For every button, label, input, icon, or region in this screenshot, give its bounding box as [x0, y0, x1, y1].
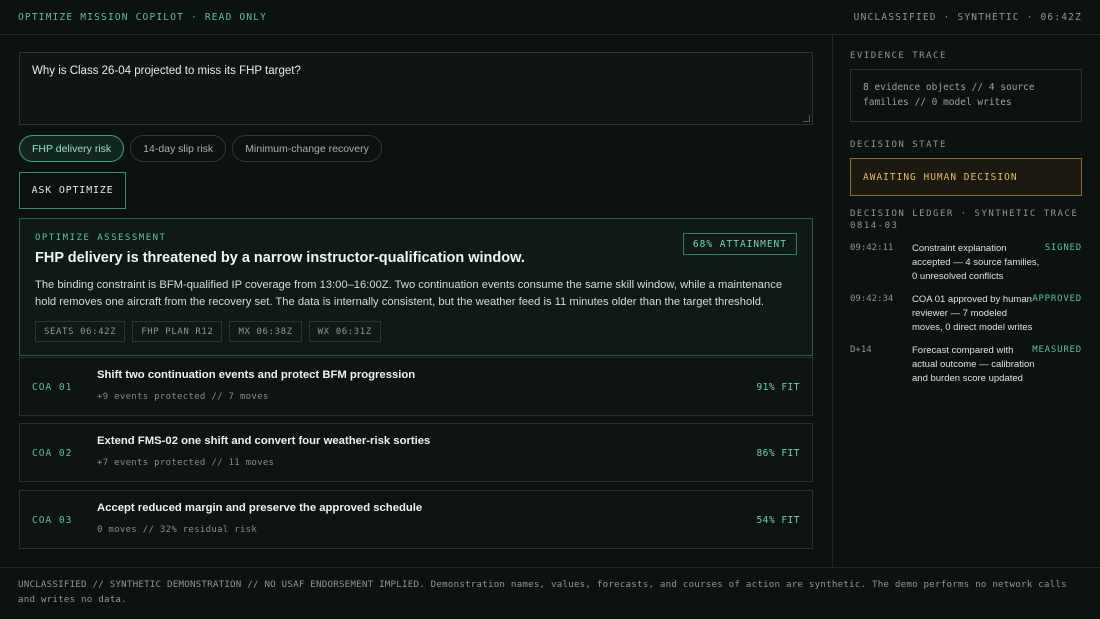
coa-title: Extend FMS-02 one shift and convert four…: [97, 435, 431, 447]
evidence-trace-heading: EVIDENCE TRACE: [850, 51, 947, 61]
coa-title: Accept reduced margin and preserve the a…: [97, 502, 423, 514]
coa-card-02[interactable]: COA 02 Extend FMS-02 one shift and conve…: [19, 423, 813, 482]
coa-detail: 0 moves // 32% residual risk: [97, 525, 258, 535]
ledger-time: 09:42:11: [850, 243, 894, 253]
main-panel: Why is Class 26-04 projected to miss its…: [0, 35, 832, 567]
coa-id: COA 03: [32, 515, 73, 526]
assessment-body: The binding constraint is BFM-qualified …: [35, 279, 783, 308]
decision-ledger: 09:42:11 Constraint explanation accepted…: [850, 242, 1082, 386]
ledger-status: SIGNED: [1044, 243, 1082, 253]
decision-state-heading: DECISION STATE: [850, 140, 947, 150]
decision-state-box: AWAITING HUMAN DECISION: [850, 158, 1082, 196]
top-bar: OPTIMIZE MISSION COPILOT · READ ONLY UNC…: [0, 0, 1100, 35]
ledger-time: D+14: [850, 345, 872, 355]
source-tag-wx: WX 06:31Z: [308, 321, 381, 342]
coa-fit-score: 54% FIT: [756, 515, 800, 526]
sidebar: EVIDENCE TRACE 8 evidence objects // 4 s…: [832, 35, 1100, 567]
coa-title: Shift two continuation events and protec…: [97, 369, 416, 381]
source-tag-mx: MX 06:38Z: [229, 321, 302, 342]
question-text: Why is Class 26-04 projected to miss its…: [32, 65, 301, 77]
chip-14-day-slip-risk[interactable]: 14-day slip risk: [130, 135, 227, 162]
source-tag-fhp-plan: FHP PLAN R12: [132, 321, 223, 342]
chip-fhp-delivery-risk[interactable]: FHP delivery risk: [19, 135, 125, 162]
chip-minimum-change-recovery[interactable]: Minimum-change recovery: [232, 135, 382, 162]
coa-card-01[interactable]: COA 01 Shift two continuation events and…: [19, 357, 813, 416]
classification-status: UNCLASSIFIED · SYNTHETIC · 06:42Z: [853, 11, 1082, 23]
coa-id: COA 02: [32, 448, 73, 459]
source-tag-seats: SEATS 06:42Z: [35, 321, 126, 342]
ledger-entry: 09:42:34 COA 01 approved by human review…: [850, 293, 1082, 335]
ledger-text: Forecast compared with actual outcome — …: [912, 345, 1035, 384]
coa-fit-score: 91% FIT: [756, 382, 800, 393]
coa-id: COA 01: [32, 382, 73, 393]
assessment-card: OPTIMIZE ASSESSMENT 68% ATTAINMENT FHP d…: [19, 218, 813, 356]
coa-fit-score: 86% FIT: [756, 448, 800, 459]
footer-disclaimer: UNCLASSIFIED // SYNTHETIC DEMONSTRATION …: [0, 567, 1100, 619]
suggestion-chips: FHP delivery risk 14-day slip risk Minim…: [19, 135, 382, 162]
question-input[interactable]: Why is Class 26-04 projected to miss its…: [19, 52, 813, 125]
ledger-entry: 09:42:11 Constraint explanation accepted…: [850, 242, 1082, 284]
app-title: OPTIMIZE MISSION COPILOT · READ ONLY: [18, 11, 268, 23]
coa-detail: +9 events protected // 7 moves: [97, 392, 269, 402]
resize-handle-icon[interactable]: [803, 115, 810, 122]
ledger-text: COA 01 approved by human reviewer — 7 mo…: [912, 294, 1033, 333]
evidence-trace-box: 8 evidence objects // 4 source families …: [850, 69, 1082, 122]
source-tags: SEATS 06:42Z FHP PLAN R12 MX 06:38Z WX 0…: [35, 321, 797, 342]
coa-card-03[interactable]: COA 03 Accept reduced margin and preserv…: [19, 490, 813, 549]
coa-detail: +7 events protected // 11 moves: [97, 458, 275, 468]
decision-ledger-heading: DECISION LEDGER · SYNTHETIC TRACE 0814-0…: [850, 209, 1079, 231]
ledger-time: 09:42:34: [850, 294, 894, 304]
attainment-badge: 68% ATTAINMENT: [682, 233, 797, 255]
ledger-entry: D+14 Forecast compared with actual outco…: [850, 344, 1082, 386]
ledger-status: APPROVED: [1032, 294, 1082, 304]
ask-optimize-button[interactable]: ASK OPTIMIZE: [19, 172, 126, 209]
ledger-text: Constraint explanation accepted — 4 sour…: [912, 243, 1040, 282]
ledger-status: MEASURED: [1032, 345, 1082, 355]
